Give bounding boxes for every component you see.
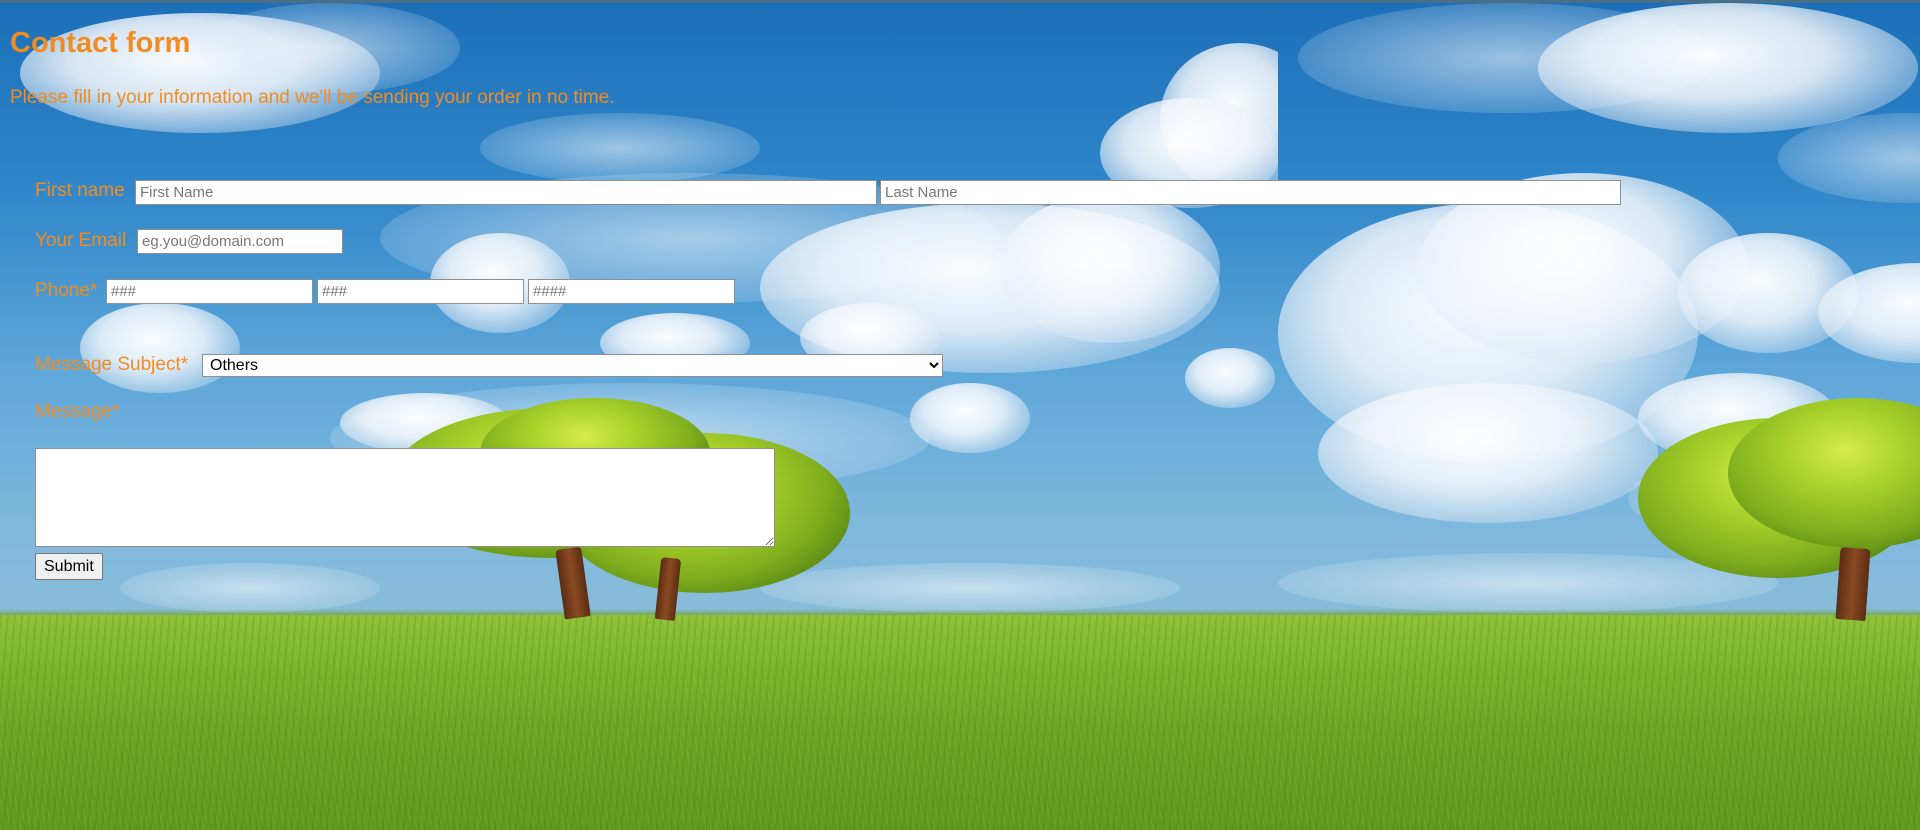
page-title: Contact form <box>10 27 191 59</box>
submit-button[interactable]: Submit <box>35 553 103 580</box>
subject-label: Message Subject* <box>35 354 189 375</box>
phone-prefix-input[interactable] <box>317 279 524 304</box>
email-input[interactable] <box>137 229 343 254</box>
phone-area-input[interactable] <box>106 279 313 304</box>
phone-label: Phone* <box>35 280 98 301</box>
form-description: Please fill in your information and we'l… <box>10 87 615 108</box>
first-name-input[interactable] <box>135 180 877 205</box>
grass-field <box>0 615 1278 830</box>
first-name-label: First name <box>35 180 125 201</box>
email-label: Your Email <box>35 230 127 251</box>
subject-select[interactable]: Others <box>202 354 943 377</box>
last-name-input[interactable] <box>880 180 1621 205</box>
message-label: Message* <box>35 401 120 422</box>
background-image <box>0 0 1920 830</box>
top-border <box>0 0 1920 3</box>
message-textarea[interactable] <box>35 448 775 547</box>
phone-line-input[interactable] <box>528 279 735 304</box>
background-tile-right <box>1278 3 1920 830</box>
background-tile-left <box>0 3 1278 830</box>
